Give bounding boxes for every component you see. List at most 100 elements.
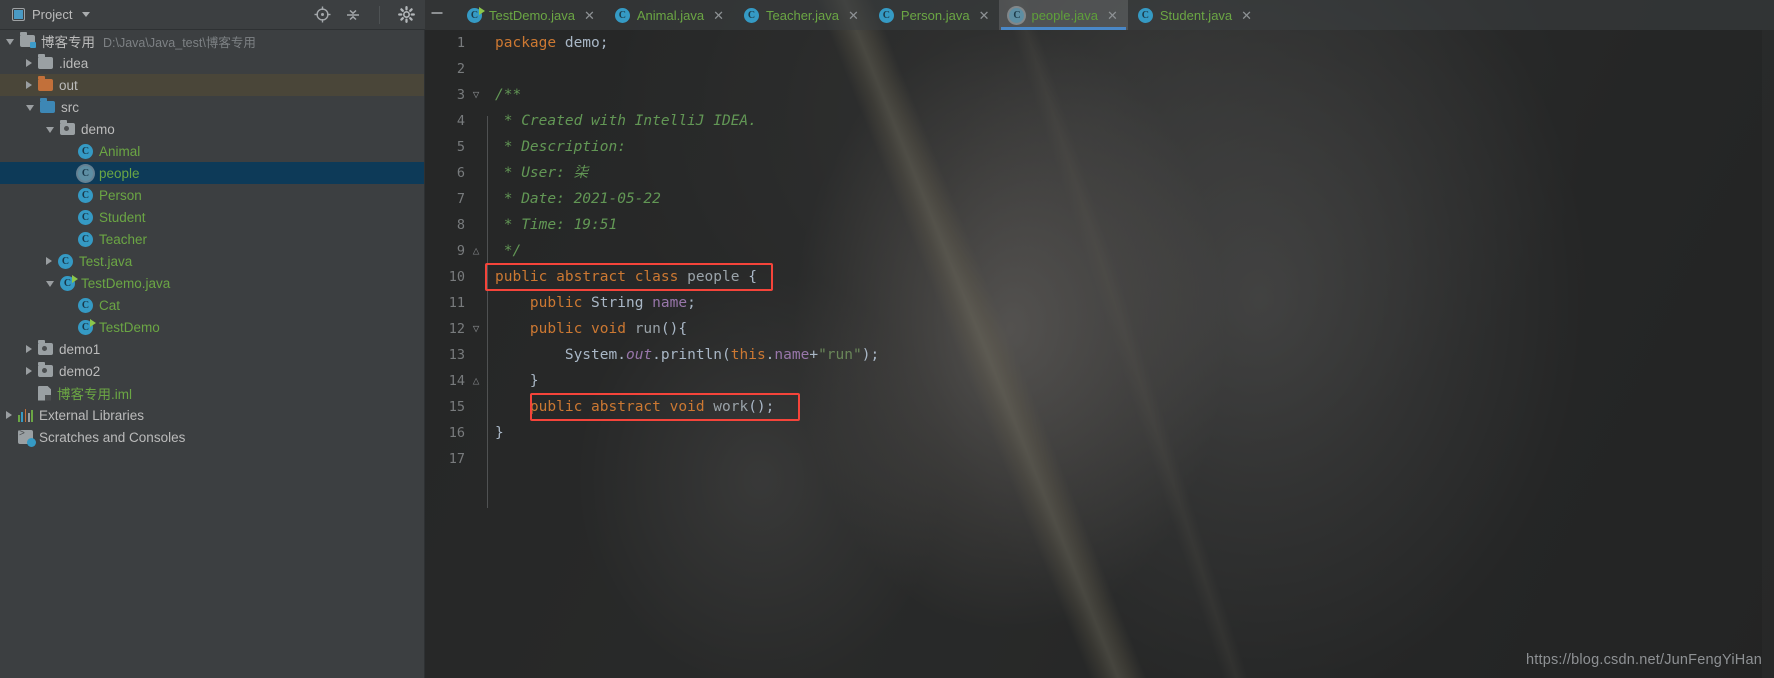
line-number: 1 xyxy=(456,35,465,51)
tree-item-student[interactable]: C Student xyxy=(0,206,424,228)
code-line[interactable]: 11 public String name; xyxy=(425,290,1774,316)
close-icon[interactable]: ✕ xyxy=(582,9,595,22)
tree-item-src[interactable]: src xyxy=(0,96,424,118)
code-line[interactable]: 14 △ } xyxy=(425,368,1774,394)
code-line[interactable]: 16} xyxy=(425,420,1774,446)
fold-open-icon[interactable]: ▽ xyxy=(465,316,487,342)
chevron-right-icon[interactable] xyxy=(26,59,32,67)
editor-scrollbar[interactable] xyxy=(1762,30,1774,678)
tree-item-label: .idea xyxy=(59,55,89,71)
tree-item-scratchesandconsoles[interactable]: Scratches and Consoles xyxy=(0,426,424,448)
line-number: 5 xyxy=(456,139,465,155)
line-number: 10 xyxy=(448,269,465,285)
chevron-down-icon[interactable] xyxy=(82,12,91,17)
folder-icon xyxy=(38,54,53,69)
code-line[interactable]: 17 xyxy=(425,446,1774,472)
runnable-class-icon: C xyxy=(60,274,78,291)
tree-item-demo2[interactable]: demo2 xyxy=(0,360,424,382)
editor-tab-person-java[interactable]: C Person.java ✕ xyxy=(869,0,1000,30)
editor-tab-student-java[interactable]: C Student.java ✕ xyxy=(1128,0,1262,30)
close-icon[interactable]: ✕ xyxy=(711,9,724,22)
module-file-icon xyxy=(38,385,51,401)
external-libraries-icon xyxy=(18,408,33,422)
close-icon[interactable]: ✕ xyxy=(977,9,990,22)
chevron-right-icon[interactable] xyxy=(26,367,32,375)
tree-item-person[interactable]: C Person xyxy=(0,184,424,206)
close-icon[interactable]: ✕ xyxy=(846,9,859,22)
code-line[interactable]: 2 xyxy=(425,56,1774,82)
tree-item-animal[interactable]: C Animal xyxy=(0,140,424,162)
chevron-down-icon[interactable] xyxy=(46,281,54,287)
editor-tab-label: people.java xyxy=(1031,7,1098,23)
line-number: 7 xyxy=(456,191,465,207)
fold-close-icon[interactable]: △ xyxy=(465,238,487,264)
abstract-class-icon: C xyxy=(78,165,93,181)
class-icon: C xyxy=(1137,7,1153,23)
chevron-down-icon[interactable] xyxy=(46,127,54,133)
tree-item-label: Test.java xyxy=(79,253,133,269)
watermark-url: https://blog.csdn.net/JunFengYiHan xyxy=(1526,652,1762,668)
tree-item-label: 博客专用 xyxy=(41,35,95,50)
chevron-right-icon[interactable] xyxy=(46,257,52,265)
code-line[interactable]: 10 public abstract class people { xyxy=(425,264,1774,290)
folder-icon xyxy=(40,98,55,113)
code-text: * Time: 19:51 xyxy=(495,217,618,233)
minimize-icon[interactable] xyxy=(429,5,445,26)
gear-icon[interactable] xyxy=(398,6,415,23)
code-line[interactable]: 4 * Created with IntelliJ IDEA. xyxy=(425,108,1774,134)
tree-item-iml[interactable]: 博客专用.iml xyxy=(0,382,424,404)
tree-item-externallibraries[interactable]: External Libraries xyxy=(0,404,424,426)
code-editor[interactable]: 1 package demo; 2 3 ▽/** 4 * Created with Int… xyxy=(425,30,1774,678)
tree-item-demo[interactable]: demo xyxy=(0,118,424,140)
code-line[interactable]: 13 System.out.println(this.name+"run"); xyxy=(425,342,1774,368)
tree-item-label: Teacher xyxy=(99,231,148,247)
project-tree: 博客专用 D:\Java\Java_test\博客专用 .idea out src dem… xyxy=(0,30,424,448)
editor-tab-animal-java[interactable]: C Animal.java ✕ xyxy=(605,0,734,30)
code-content[interactable]: 1 package demo; 2 3 ▽/** 4 * Created with Int… xyxy=(425,30,1774,678)
tree-item-testdemo[interactable]: C TestDemo xyxy=(0,316,424,338)
tree-item-cat[interactable]: C Cat xyxy=(0,294,424,316)
code-line[interactable]: 15 public abstract void work(); xyxy=(425,394,1774,420)
code-line[interactable]: 8 * Time: 19:51 xyxy=(425,212,1774,238)
editor-tab-teacher-java[interactable]: C Teacher.java ✕ xyxy=(734,0,869,30)
code-line[interactable]: 6 * User: 柒 xyxy=(425,160,1774,186)
code-line[interactable]: 7 * Date: 2021-05-22 xyxy=(425,186,1774,212)
editor-tab-people-java[interactable]: Cpeople.java ✕ xyxy=(999,0,1128,30)
fold-open-icon[interactable]: ▽ xyxy=(465,82,487,108)
tree-item-people[interactable]: Cpeople xyxy=(0,162,424,184)
chevron-down-icon[interactable] xyxy=(26,105,34,111)
project-tree-panel[interactable]: 博客专用 D:\Java\Java_test\博客专用 .idea out src dem… xyxy=(0,30,425,678)
code-line[interactable]: 1 package demo; xyxy=(425,30,1774,56)
close-icon[interactable]: ✕ xyxy=(1105,9,1118,22)
code-line[interactable]: 3 ▽ /** xyxy=(425,82,1774,108)
editor-tab-label: Animal.java xyxy=(636,7,705,23)
tree-item-teacher[interactable]: C Teacher xyxy=(0,228,424,250)
code-line[interactable]: 5 * Description: xyxy=(425,134,1774,160)
chevron-down-icon[interactable] xyxy=(6,39,14,45)
line-number: 14 xyxy=(448,373,465,389)
fold-close-icon[interactable]: △ xyxy=(465,368,487,394)
crosshair-target-icon[interactable] xyxy=(314,6,331,23)
chevron-right-icon[interactable] xyxy=(6,411,12,419)
tree-item-testjava[interactable]: C Test.java xyxy=(0,250,424,272)
code-text: * Date: 2021-05-22 xyxy=(495,191,661,207)
tree-item-out[interactable]: out xyxy=(0,74,424,96)
code-line[interactable]: 12 ▽ public void run(){ xyxy=(425,316,1774,342)
tree-item-testdemojava[interactable]: C TestDemo.java xyxy=(0,272,424,294)
tree-item-demo1[interactable]: demo1 xyxy=(0,338,424,360)
collapse-all-icon[interactable] xyxy=(345,7,361,23)
code-line[interactable]: 9 △ */ xyxy=(425,238,1774,264)
tree-item-label: Person xyxy=(99,187,142,203)
tree-item-label: Student xyxy=(99,209,146,225)
line-number: 12 xyxy=(448,321,465,337)
project-toolwindow-title-group[interactable]: Project xyxy=(0,7,91,22)
tree-item-idea[interactable]: .idea xyxy=(0,52,424,74)
tree-item-[interactable]: 博客专用 D:\Java\Java_test\博客专用 xyxy=(0,30,424,52)
scratches-icon xyxy=(18,428,36,447)
chevron-right-icon[interactable] xyxy=(26,345,32,353)
close-icon[interactable]: ✕ xyxy=(1239,9,1252,22)
chevron-right-icon[interactable] xyxy=(26,81,32,89)
tree-item-label: people xyxy=(99,165,140,181)
runnable-class-icon: C xyxy=(467,6,485,23)
editor-tab-testdemo-java[interactable]: C TestDemo.java ✕ xyxy=(457,0,605,30)
